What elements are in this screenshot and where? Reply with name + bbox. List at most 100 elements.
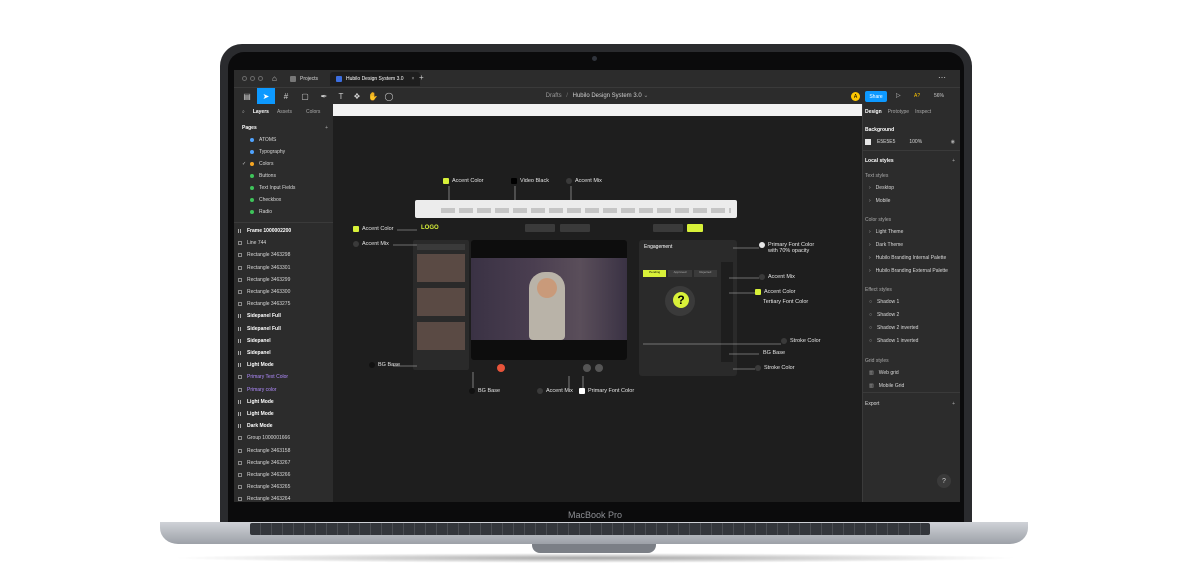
layer-row[interactable]: Line 744: [238, 237, 266, 249]
style-item[interactable]: › Hubilo Branding External Palette: [869, 265, 948, 277]
layer-row[interactable]: Frame 1000002200: [238, 225, 291, 237]
layer-row[interactable]: Sidepanel Full: [238, 310, 281, 322]
layer-row[interactable]: Sidepanel Full: [238, 323, 281, 335]
chevron-down-icon[interactable]: ⌄: [643, 93, 648, 99]
tab-file[interactable]: Hubilo Design System 3.0 ×: [330, 72, 421, 86]
layer-row[interactable]: Light Mode: [238, 408, 274, 420]
annotation-label: Accent Mix: [768, 274, 795, 280]
style-item[interactable]: ▥ Mobile Grid: [869, 380, 904, 392]
style-item[interactable]: ○ Shadow 1 inverted: [869, 335, 918, 347]
tab-label: Hubilo Design System 3.0: [346, 76, 404, 82]
tab-prototype[interactable]: Prototype: [888, 109, 909, 115]
page-item[interactable]: Text Input Fields: [242, 182, 295, 194]
page-item[interactable]: Radio: [242, 206, 272, 218]
add-style-icon[interactable]: +: [952, 158, 955, 164]
window-minimize-icon[interactable]: [250, 76, 255, 81]
layer-label: Light Mode: [247, 411, 274, 417]
page-item[interactable]: Typography: [242, 146, 285, 158]
layer-label: Sidepanel Full: [247, 325, 281, 332]
zoom-level[interactable]: 56%: [934, 93, 944, 99]
file-title[interactable]: Hubilo Design System 3.0: [573, 93, 642, 99]
layer-row[interactable]: Dark Mode: [238, 420, 273, 432]
style-item[interactable]: › Desktop: [869, 182, 894, 194]
style-item[interactable]: › Mobile: [869, 195, 890, 207]
new-tab-icon[interactable]: +: [419, 73, 424, 82]
share-button[interactable]: Share: [865, 91, 887, 102]
style-item[interactable]: › Dark Theme: [869, 239, 903, 251]
rectangle-icon: [238, 485, 242, 490]
help-button[interactable]: ?: [937, 474, 951, 488]
close-tab-icon[interactable]: ×: [412, 76, 415, 82]
background-fill[interactable]: E5E5E5 100% ◉: [865, 136, 955, 148]
bg-swatch: [369, 362, 375, 368]
layer-row[interactable]: Rectangle 3463264: [238, 493, 290, 502]
canvas[interactable]: LOGO Engagement Pending Approved Rejecte…: [333, 104, 862, 502]
style-item[interactable]: › Hubilo Branding Internal Palette: [869, 252, 946, 264]
layer-label: Rectangle 3463158: [247, 447, 291, 454]
rectangle-icon: [238, 387, 242, 392]
eye-icon[interactable]: ◉: [951, 139, 955, 145]
more-icon[interactable]: ⋯: [938, 73, 946, 82]
layers-panel: ⌕ Layers Assets Colors Pages + ATOMS Typo…: [234, 104, 334, 502]
layer-row[interactable]: Group 1000001666: [238, 432, 290, 444]
annotation-text: Primary Font Color with 70% opacity: [768, 242, 814, 254]
tab-projects[interactable]: Projects: [284, 72, 324, 86]
layer-row[interactable]: Rectangle 3463265: [238, 481, 290, 493]
home-icon[interactable]: ⌂: [272, 74, 277, 83]
shadow-icon: ○: [869, 312, 873, 318]
layer-row[interactable]: Rectangle 3463266: [238, 469, 290, 481]
style-item[interactable]: ○ Shadow 2 inverted: [869, 322, 918, 334]
breadcrumb-parent[interactable]: Drafts: [546, 93, 562, 99]
layer-row[interactable]: Primary color: [238, 384, 276, 396]
layer-row[interactable]: Sidepanel: [238, 347, 271, 359]
avatar[interactable]: A: [851, 92, 860, 101]
tab-colors[interactable]: Colors: [306, 109, 320, 115]
annotation-bg-base: BG Base: [469, 388, 500, 394]
annotation-label: Tertiary Font Color: [763, 299, 809, 305]
present-icon[interactable]: ▷: [896, 92, 901, 99]
background-hex[interactable]: E5E5E5: [877, 139, 895, 145]
window-zoom-icon[interactable]: [258, 76, 263, 81]
accent-swatch: [443, 178, 449, 184]
style-item[interactable]: ▥ Web grid: [869, 367, 899, 379]
text-styles-title: Text styles: [865, 170, 888, 182]
layer-row[interactable]: Primary Text Color: [238, 371, 288, 383]
tab-inspect[interactable]: Inspect: [915, 109, 931, 115]
ai-label[interactable]: A?: [914, 93, 920, 99]
annotation-tertiary-font: Tertiary Font Color: [763, 299, 808, 305]
mix-swatch: [759, 274, 765, 280]
layer-row[interactable]: Rectangle 3463299: [238, 274, 290, 286]
tab-design[interactable]: Design: [865, 109, 882, 115]
tab-assets[interactable]: Assets: [277, 109, 292, 115]
layer-row[interactable]: Rectangle 3463158: [238, 445, 290, 457]
add-page-icon[interactable]: +: [325, 125, 328, 131]
tab-layers[interactable]: Layers: [253, 109, 269, 115]
color-swatch[interactable]: [865, 139, 871, 145]
layer-row[interactable]: Light Mode: [238, 396, 274, 408]
layer-row[interactable]: Rectangle 3463275: [238, 298, 290, 310]
layer-row[interactable]: Rectangle 3463301: [238, 262, 290, 274]
page-item[interactable]: Checkbox: [242, 194, 281, 206]
search-icon[interactable]: ⌕: [242, 109, 245, 115]
style-item[interactable]: ○ Shadow 1: [869, 296, 899, 308]
camera: [592, 56, 597, 61]
rectangle-icon: [238, 290, 242, 294]
add-export-icon[interactable]: +: [952, 401, 955, 407]
style-item[interactable]: › Light Theme: [869, 226, 903, 238]
section-title: Color styles: [865, 217, 892, 223]
window-close-icon[interactable]: [242, 76, 247, 81]
layer-row[interactable]: Sidepanel: [238, 335, 271, 347]
page-item[interactable]: ATOMS: [242, 134, 276, 146]
layer-row[interactable]: Rectangle 3463298: [238, 249, 290, 261]
style-item[interactable]: ○ Shadow 2: [869, 309, 899, 321]
layer-row[interactable]: Rectangle 3463267: [238, 457, 290, 469]
layer-row[interactable]: Rectangle 3463300: [238, 286, 290, 298]
layer-row[interactable]: Light Mode: [238, 359, 274, 371]
right-panel-tabs: Design Prototype Inspect: [865, 106, 931, 118]
background-opacity[interactable]: 100%: [909, 139, 922, 145]
page-item[interactable]: ✓ Colors: [242, 158, 273, 170]
page-label: Typography: [259, 149, 286, 155]
layer-label: Line 744: [247, 240, 267, 247]
page-label: Radio: [259, 209, 273, 215]
page-item[interactable]: Buttons: [242, 170, 276, 182]
